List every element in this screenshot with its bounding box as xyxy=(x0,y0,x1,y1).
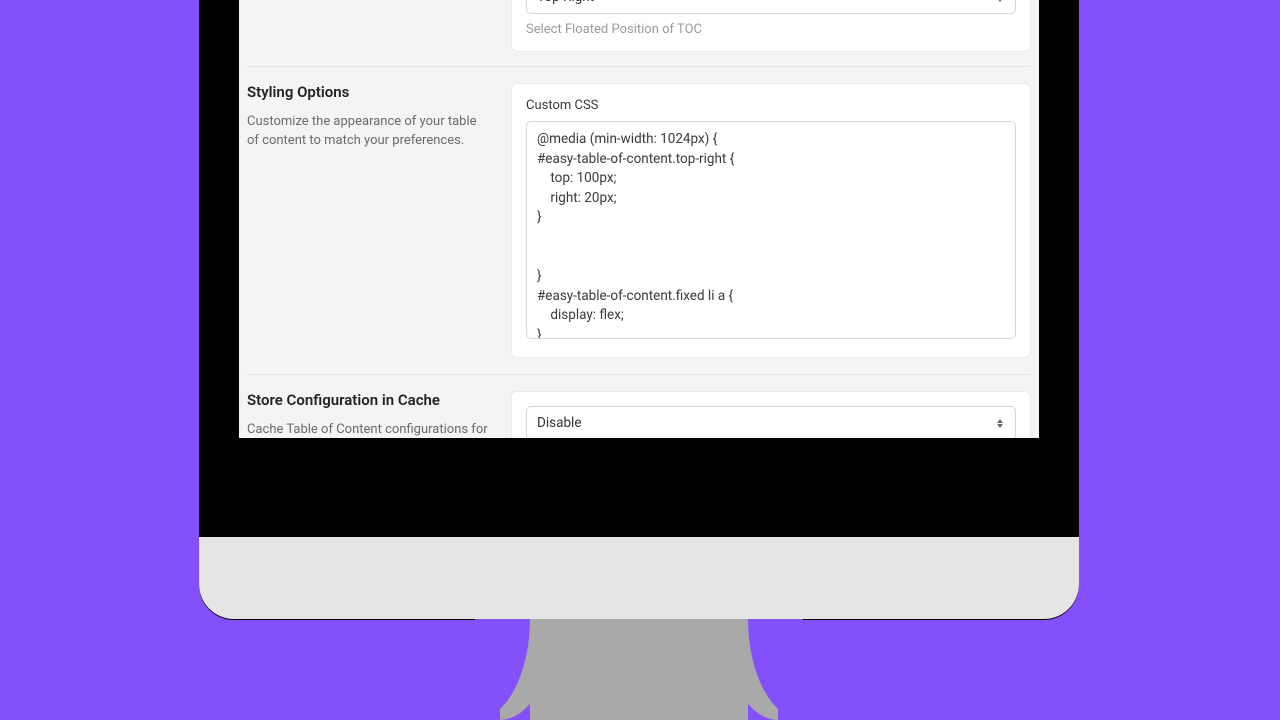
cache-title: Store Configuration in Cache xyxy=(247,391,491,409)
floated-position-value: Top Right xyxy=(537,0,594,5)
custom-css-label: Custom CSS xyxy=(526,98,1016,113)
floated-position-select[interactable]: Top Right xyxy=(526,0,1016,14)
styling-desc: Customize the appearance of your table o… xyxy=(247,113,491,151)
styling-title: Styling Options xyxy=(247,83,491,101)
cache-desc: Cache Table of Content configurations fo… xyxy=(247,421,491,438)
floated-position-help: Select Floated Position of TOC xyxy=(526,22,1016,37)
chevron-updown-icon xyxy=(997,416,1007,430)
cache-select-value: Disable xyxy=(537,415,581,431)
cache-select[interactable]: Disable xyxy=(526,406,1016,438)
custom-css-input[interactable] xyxy=(526,121,1016,339)
chevron-updown-icon xyxy=(997,0,1007,4)
